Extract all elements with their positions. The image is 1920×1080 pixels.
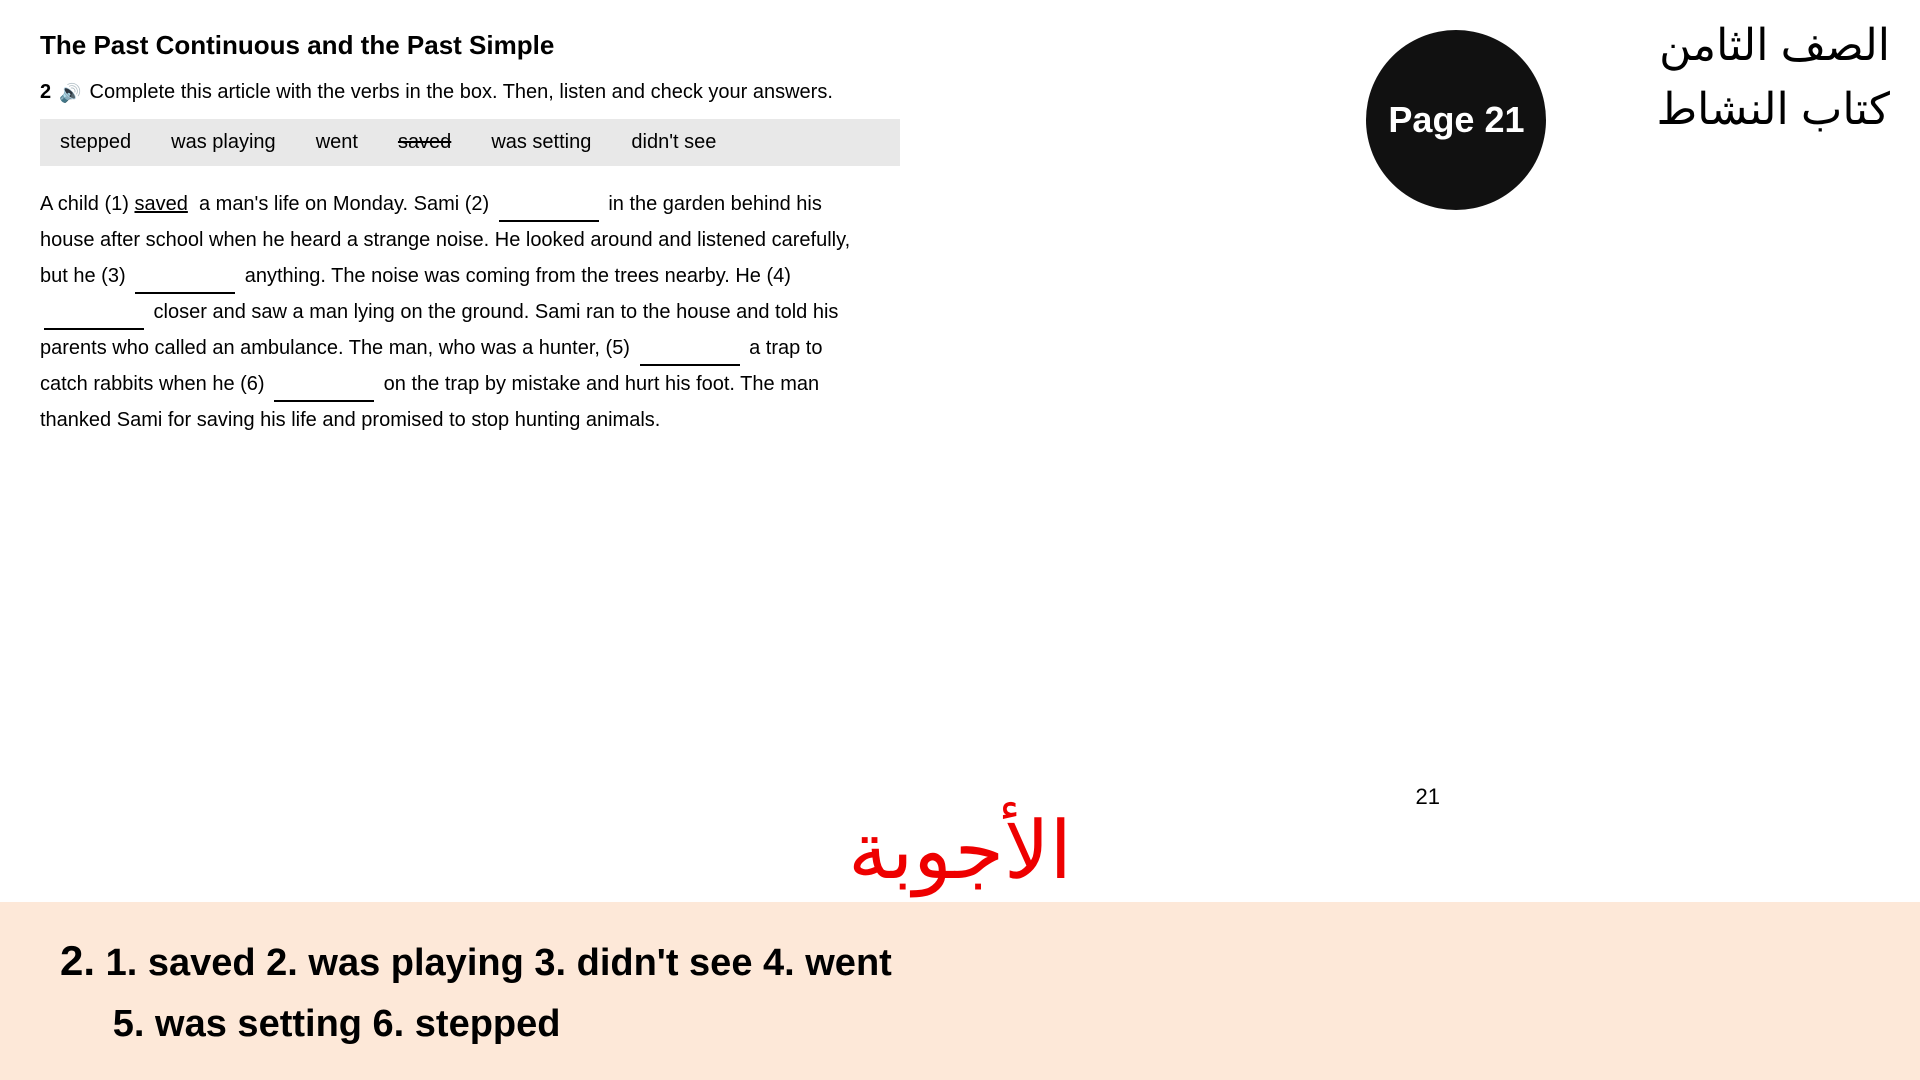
blank-5 <box>640 364 740 366</box>
word-was-setting: was setting <box>491 131 591 154</box>
article-text: A child (1) saved a man's life on Monday… <box>40 186 860 438</box>
answers-box: 2. 1. saved 2. was playing 3. didn't see… <box>0 902 1920 1080</box>
speaker-icon: 🔊 <box>59 83 81 104</box>
arabic-line1: الصف الثامن <box>1659 20 1890 71</box>
word-didnt-see: didn't see <box>631 131 716 154</box>
answers-line1: 1. saved 2. was playing 3. didn't see 4.… <box>106 942 892 984</box>
word-went: went <box>316 131 358 154</box>
page-badge-label: Page 21 <box>1388 99 1524 141</box>
arabic-line2: كتاب النشاط <box>1656 84 1890 135</box>
right-panel: Page 21 الصف الثامن كتاب النشاط <box>1366 20 1890 210</box>
main-content: The Past Continuous and the Past Simple … <box>0 0 900 468</box>
answers-line2: 5. was setting 6. stepped <box>113 1003 561 1045</box>
exercise-number: 2 <box>40 81 51 104</box>
page-circle: Page 21 <box>1366 30 1546 210</box>
page-title: The Past Continuous and the Past Simple <box>40 30 860 61</box>
answer-exercise-number: 2. <box>60 937 95 984</box>
blank-4 <box>44 328 144 330</box>
blank-6 <box>274 400 374 402</box>
arabic-labels: الصف الثامن كتاب النشاط <box>1656 20 1890 150</box>
answers-label: الأجوبة <box>0 804 1920 897</box>
answers-section: 21 الأجوبة 2. 1. saved 2. was playing 3.… <box>0 804 1920 1080</box>
word-box: stepped was playing went saved was setti… <box>40 119 900 166</box>
blank-2 <box>499 220 599 222</box>
blank-3 <box>135 292 235 294</box>
exercise-header: 2 🔊 Complete this article with the verbs… <box>40 81 860 104</box>
word-was-playing: was playing <box>171 131 276 154</box>
word-saved: saved <box>398 131 451 154</box>
word-stepped: stepped <box>60 131 131 154</box>
exercise-instruction: Complete this article with the verbs in … <box>90 81 833 104</box>
answer-1: saved <box>134 193 187 215</box>
